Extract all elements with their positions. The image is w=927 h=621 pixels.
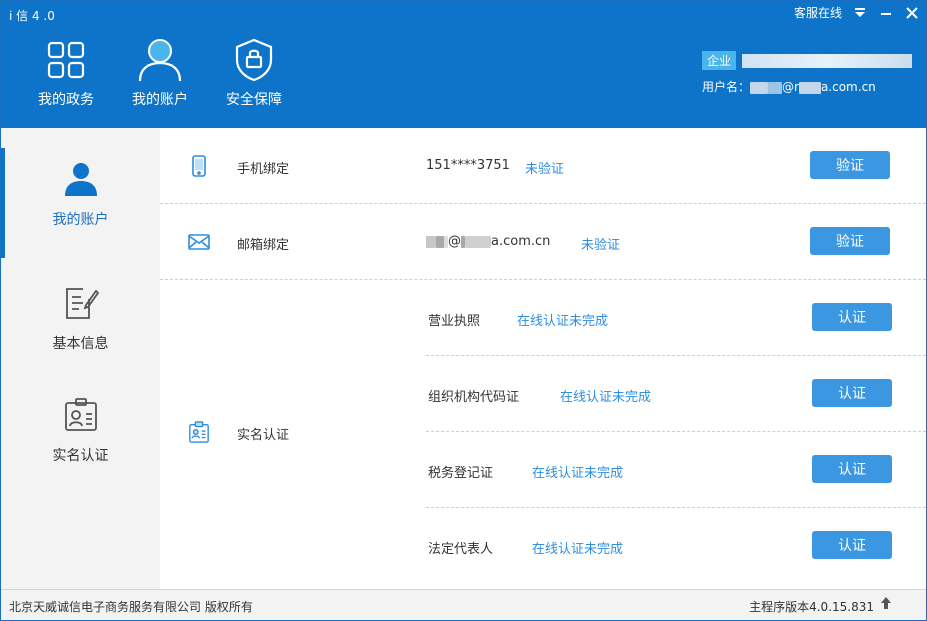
close-icon[interactable] — [904, 5, 920, 21]
cert-business-license-button[interactable]: 认证 — [812, 303, 892, 331]
cert-org-code-row: 组织机构代码证 在线认证未完成 认证 — [426, 356, 926, 432]
window-controls: 客服在线 — [794, 4, 920, 21]
phone-binding-row: 手机绑定 151****3751 未验证 验证 — [160, 128, 926, 204]
email-binding-title: 邮箱绑定 — [237, 238, 290, 253]
nav-my-account[interactable]: 我的账户 — [113, 37, 207, 109]
cert-name: 营业执照 — [428, 314, 481, 329]
sidebar: 我的账户 基本信息 实名认证 — [1, 128, 160, 589]
email-status: 未验证 — [581, 238, 621, 253]
nav-label: 我的账户 — [132, 92, 188, 108]
sidebar-item-my-account[interactable]: 我的账户 — [1, 138, 160, 258]
cert-legal-rep-row: 法定代表人 在线认证未完成 认证 — [426, 508, 926, 584]
email-binding-row: 邮箱绑定 @ a.com.cn 未验证 验证 — [160, 204, 926, 280]
realname-section: 实名认证 营业执照 在线认证未完成 认证 组织机构代码证 在线认证未完成 认证 … — [160, 280, 926, 589]
mail-icon — [188, 231, 210, 253]
nav-security[interactable]: 安全保障 — [207, 37, 301, 109]
phone-icon — [188, 155, 210, 177]
customer-service-link[interactable]: 客服在线 — [794, 4, 842, 21]
copyright-text: 北京天威诚信电子商务服务有限公司 版权所有 — [9, 600, 253, 614]
nav-my-affairs[interactable]: 我的政务 — [19, 37, 113, 109]
grid-icon — [42, 37, 90, 83]
sidebar-item-realname[interactable]: 实名认证 — [1, 374, 160, 486]
email-address: @ a.com.cn — [426, 234, 550, 249]
dropdown-menu-icon[interactable] — [852, 5, 868, 21]
user-icon — [136, 37, 184, 83]
cert-tax-row: 税务登记证 在线认证未完成 认证 — [426, 432, 926, 508]
company-name — [742, 53, 913, 68]
sidebar-label: 实名认证 — [52, 448, 109, 464]
cert-status: 在线认证未完成 — [517, 314, 609, 329]
cert-legal-rep-button[interactable]: 认证 — [812, 531, 892, 559]
cert-tax-button[interactable]: 认证 — [812, 455, 892, 483]
phone-verify-button[interactable]: 验证 — [810, 151, 890, 179]
user-icon — [61, 159, 101, 199]
top-nav: 我的政务 我的账户 安全保障 — [19, 37, 301, 109]
nav-label: 我的政务 — [38, 92, 94, 108]
user-info: 企业 用户名： @r a.com.cn — [702, 51, 918, 95]
cert-name: 法定代表人 — [428, 542, 494, 557]
minimize-icon[interactable] — [878, 5, 894, 21]
shield-lock-icon — [230, 37, 278, 83]
window-title: i 信 4 .0 — [9, 9, 55, 23]
nav-label: 安全保障 — [226, 92, 282, 108]
cert-business-license-row: 营业执照 在线认证未完成 认证 — [426, 280, 926, 356]
email-verify-button[interactable]: 验证 — [810, 227, 890, 255]
cert-status: 在线认证未完成 — [532, 466, 624, 481]
username-label: 用户名： — [702, 80, 751, 94]
version-text: 主程序版本4.0.15.831 — [749, 600, 874, 614]
app-window: i 信 4 .0 客服在线 我的政务 我的账户 安全保障 企业 用户名： @r … — [0, 0, 927, 621]
email-domain: a.com.cn — [491, 234, 551, 249]
sidebar-item-basic-info[interactable]: 基本信息 — [1, 262, 160, 374]
account-panel: 手机绑定 151****3751 未验证 验证 邮箱绑定 @ a.com.cn 未… — [160, 128, 926, 589]
header-bar: i 信 4 .0 客服在线 我的政务 我的账户 安全保障 企业 用户名： @r … — [1, 1, 926, 128]
upgrade-arrow-icon[interactable] — [880, 596, 892, 614]
enterprise-badge: 企业 — [702, 51, 737, 70]
edit-document-icon — [61, 283, 101, 323]
username-line: 用户名： @r a.com.cn — [702, 80, 876, 94]
cert-org-code-button[interactable]: 认证 — [812, 379, 892, 407]
phone-status: 未验证 — [525, 162, 565, 177]
id-card-icon — [61, 395, 101, 435]
username-domain: a.com.cn — [820, 80, 876, 94]
phone-number: 151****3751 — [426, 158, 510, 173]
status-bar: 北京天威诚信电子商务服务有限公司 版权所有 主程序版本4.0.15.831 — [1, 589, 926, 620]
phone-binding-title: 手机绑定 — [237, 162, 290, 177]
cert-name: 组织机构代码证 — [428, 390, 520, 405]
realname-title: 实名认证 — [237, 428, 290, 443]
cert-name: 税务登记证 — [428, 466, 494, 481]
cert-status: 在线认证未完成 — [560, 390, 652, 405]
sidebar-label: 基本信息 — [52, 336, 109, 352]
cert-status: 在线认证未完成 — [532, 542, 624, 557]
sidebar-label: 我的账户 — [52, 212, 109, 228]
id-card-icon — [188, 421, 210, 443]
